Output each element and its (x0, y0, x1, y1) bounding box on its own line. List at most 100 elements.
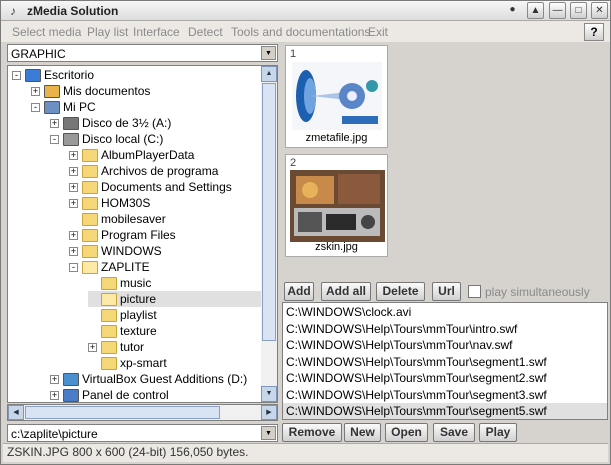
tree-node[interactable]: - ZAPLITE (69, 259, 150, 275)
tree-expander-icon[interactable]: + (69, 231, 78, 241)
tree-node[interactable]: + HOM30S (69, 195, 150, 211)
thumbnail-number: 1 (290, 48, 297, 60)
folder-open-icon (82, 261, 98, 275)
open-button[interactable]: Open (385, 423, 428, 442)
cd-drive-icon (63, 373, 79, 387)
scroll-left-icon[interactable]: ◀ (8, 405, 24, 420)
tree-node[interactable]: texture (88, 323, 157, 339)
save-button[interactable]: Save (433, 423, 475, 442)
tree-horizontal-scrollbar[interactable]: ◀ ▶ (7, 404, 278, 421)
tree-node[interactable]: + tutor (88, 339, 144, 355)
tree-node-label: Disco local (C:) (82, 132, 164, 146)
title-bar: ♪ zMedia Solution ● ▲ — □ ✕ (1, 1, 610, 21)
tree-node[interactable]: + VirtualBox Guest Additions (D:) (50, 371, 247, 387)
tree-node-label: HOM30S (101, 196, 151, 210)
maximize-button[interactable]: □ (570, 2, 587, 19)
tree-node[interactable]: - Escritorio (12, 67, 94, 83)
tree-expander-icon[interactable]: + (50, 375, 59, 385)
tree-node[interactable]: - Mi PC (31, 99, 96, 115)
tree-node[interactable]: + WINDOWS (69, 243, 162, 259)
add-all-button[interactable]: Add all (321, 282, 371, 301)
tree-node[interactable]: + AlbumPlayerData (69, 147, 194, 163)
menu-exit[interactable]: Exit (368, 25, 388, 39)
tree-node-label: Escritorio (44, 68, 95, 82)
delete-button[interactable]: Delete (376, 282, 425, 301)
tree-node[interactable]: + Archivos de programa (69, 163, 218, 179)
playlist-item[interactable]: C:\WINDOWS\Help\Tours\mmTour\segment2.sw… (286, 370, 547, 386)
tree-node-label: Program Files (101, 228, 176, 242)
close-button[interactable]: ✕ (591, 2, 608, 19)
scroll-down-icon[interactable]: ▼ (261, 386, 277, 402)
tree-expander-icon[interactable]: + (50, 119, 59, 129)
tree-node[interactable]: + Panel de control (50, 387, 169, 402)
tree-expander-icon[interactable]: + (50, 391, 59, 401)
tree-node[interactable]: playlist (88, 307, 157, 323)
tree-vertical-scrollbar[interactable]: ▲ ▼ (261, 66, 277, 402)
media-type-select[interactable]: GRAPHIC ▼ (7, 44, 278, 62)
menu-interface[interactable]: Interface (133, 25, 180, 39)
playlist[interactable]: C:\WINDOWS\clock.avi C:\WINDOWS\Help\Tour… (282, 302, 608, 420)
playlist-item[interactable]: C:\WINDOWS\Help\Tours\mmTour\segment1.sw… (286, 354, 547, 370)
playlist-item[interactable]: C:\WINDOWS\Help\Tours\mmTour\segment3.sw… (286, 387, 547, 403)
tree-expander-icon[interactable]: + (31, 87, 40, 97)
playlist-item[interactable]: C:\WINDOWS\clock.avi (286, 304, 411, 320)
tree-expander-icon[interactable]: + (69, 247, 78, 257)
chevron-down-icon[interactable]: ▼ (261, 426, 276, 440)
menu-play-list[interactable]: Play list (87, 25, 128, 39)
tree-expander-icon[interactable]: + (69, 167, 78, 177)
tree-expander-icon[interactable]: - (69, 263, 78, 273)
add-button[interactable]: Add (284, 282, 314, 301)
new-button[interactable]: New (344, 423, 381, 442)
tree-node[interactable]: picture (88, 291, 277, 307)
tree-expander-icon[interactable]: + (69, 183, 78, 193)
path-select[interactable]: c:\zaplite\picture ▼ (7, 424, 278, 442)
thumbnail-item[interactable]: 1 zmetafile.jpg (285, 45, 388, 148)
tree-node[interactable]: + Mis documentos (31, 83, 150, 99)
tree-expander-icon[interactable]: - (50, 135, 59, 145)
tree-node[interactable]: music (88, 275, 151, 291)
url-button[interactable]: Url (432, 282, 461, 301)
folder-icon (101, 277, 117, 291)
tree-node[interactable]: + Documents and Settings (69, 179, 232, 195)
minimize-button[interactable]: — (549, 2, 566, 19)
folder-icon (82, 197, 98, 211)
playlist-item[interactable]: C:\WINDOWS\Help\Tours\mmTour\segment5.sw… (283, 403, 607, 419)
tree-node[interactable]: + Program Files (69, 227, 176, 243)
thumbnail-item[interactable]: 2 zskin.jpg (285, 154, 388, 257)
tree-node[interactable]: - Disco local (C:) (50, 131, 163, 147)
control-panel-icon (63, 389, 79, 402)
tree-node[interactable]: xp-smart (88, 355, 167, 371)
tree-node-label: mobilesaver (101, 212, 166, 226)
status-bar: ZSKIN.JPG 800 x 600 (24-bit) 156,050 byt… (3, 443, 608, 462)
scroll-right-icon[interactable]: ▶ (261, 405, 277, 420)
menu-tools-and-documentations[interactable]: Tools and documentations (231, 25, 370, 39)
tree-node-label: tutor (120, 340, 145, 354)
up-button[interactable]: ▲ (527, 2, 544, 19)
tree-node[interactable]: + Disco de 3½ (A:) (50, 115, 171, 131)
play-simultaneously-checkbox[interactable] (468, 285, 481, 298)
menu-detect[interactable]: Detect (188, 25, 223, 39)
tree-expander-icon[interactable]: + (69, 151, 78, 161)
scroll-thumb[interactable] (25, 406, 220, 419)
record-icon[interactable]: ● (504, 2, 521, 19)
tree-expander-icon[interactable]: + (69, 199, 78, 209)
tree-expander-icon[interactable]: + (88, 343, 97, 353)
scroll-thumb[interactable] (262, 83, 276, 341)
help-button[interactable]: ? (584, 23, 604, 41)
tree-expander-icon[interactable]: - (31, 103, 40, 113)
menu-select-media[interactable]: Select media (12, 25, 81, 39)
playlist-item[interactable]: C:\WINDOWS\Help\Tours\mmTour\intro.swf (286, 321, 517, 337)
tree-node-label: xp-smart (120, 356, 167, 370)
zmedia-logo-icon: ♪ (10, 4, 16, 18)
thumbnail-panel: 1 zmetafile.jpg 2 zskin.jpg (282, 43, 608, 279)
tree-node[interactable]: mobilesaver (69, 211, 166, 227)
scroll-up-icon[interactable]: ▲ (261, 66, 277, 82)
tree-expander-icon[interactable]: - (12, 71, 21, 81)
chevron-down-icon[interactable]: ▼ (261, 46, 276, 60)
play-button[interactable]: Play (479, 423, 517, 442)
folder-tree[interactable]: + Panel de control + VirtualBox Guest Addit… (7, 65, 278, 403)
folder-icon (82, 149, 98, 163)
remove-button[interactable]: Remove (282, 423, 342, 442)
playlist-item[interactable]: C:\WINDOWS\Help\Tours\mmTour\nav.swf (286, 337, 512, 353)
folder-icon (101, 357, 117, 371)
